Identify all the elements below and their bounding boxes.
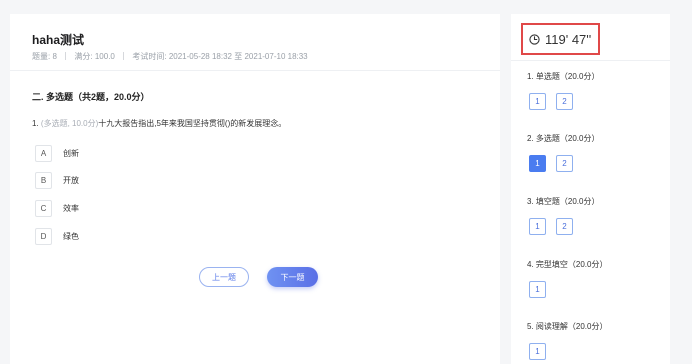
question-nav-button[interactable]: 1 [529,281,546,298]
question-nav-button[interactable]: 1 [529,343,546,360]
question-text: 十九大报告指出,5年来我国坚持贯彻()的新发展理念。 [98,119,287,128]
option-text: 开放 [63,176,79,185]
option-c[interactable]: C 效率 [35,200,79,217]
header-divider [10,70,500,71]
timer-text: 119' 47'' [545,31,592,47]
full-score: 100.0 [94,52,115,61]
question-stem: 1. (多选题, 10.0分)十九大报告指出,5年来我国坚持贯彻()的新发展理念… [32,118,286,129]
exam-time-to: 至 [234,52,243,61]
prev-question-button[interactable]: 上一题 [199,267,249,287]
option-text: 效率 [63,204,79,213]
countdown-timer: 119' 47'' [521,23,600,55]
option-letter[interactable]: A [35,145,52,162]
option-letter[interactable]: B [35,172,52,189]
question-nav-button[interactable]: 1 [529,218,546,235]
question-nav-button[interactable]: 1 [529,93,546,110]
option-letter[interactable]: C [35,200,52,217]
clock-icon [529,33,540,45]
group-title-fill-blank: 3. 填空题（20.0分） [527,197,600,206]
exam-title: haha测试 [32,33,85,47]
question-nav-button[interactable]: 2 [556,155,573,172]
exam-end-time: 2021-07-10 18:33 [244,52,308,61]
question-panel: haha测试 题量: 8 满分: 100.0 考试时间: 2021-05-28 … [10,14,500,364]
exam-start-time: 2021-05-28 18:32 [168,52,232,61]
sidebar-divider [511,60,670,61]
question-nav-button-active[interactable]: 1 [529,155,546,172]
question-nav-button[interactable]: 2 [556,218,573,235]
group-title-reading: 5. 阅读理解（20.0分） [527,322,608,331]
meta-divider [65,52,67,60]
meta-divider [123,52,125,60]
option-a[interactable]: A 创新 [35,145,79,162]
exam-meta: 题量: 8 满分: 100.0 考试时间: 2021-05-28 18:32 至… [32,51,308,62]
full-score-label: 满分: [74,52,93,61]
question-number: 1. [32,119,39,128]
section-title: 二. 多选题（共2题，20.0分） [32,92,150,102]
question-count: 8 [52,52,57,61]
question-type-tag: (多选题, 10.0分) [40,119,99,128]
option-letter[interactable]: D [35,228,52,245]
option-text: 创新 [63,149,79,158]
question-count-label: 题量: [32,52,51,61]
option-b[interactable]: B 开放 [35,172,79,189]
exam-time-label: 考试时间: [132,52,167,61]
option-d[interactable]: D 绿色 [35,228,79,245]
group-title-single-choice: 1. 单选题（20.0分） [527,72,600,81]
option-text: 绿色 [63,232,79,241]
group-title-cloze: 4. 完型填空（20.0分） [527,260,608,269]
answer-sheet-panel [511,14,670,364]
group-title-multiple-choice: 2. 多选题（20.0分） [527,134,600,143]
question-nav-button[interactable]: 2 [556,93,573,110]
next-question-button[interactable]: 下一题 [267,267,318,287]
